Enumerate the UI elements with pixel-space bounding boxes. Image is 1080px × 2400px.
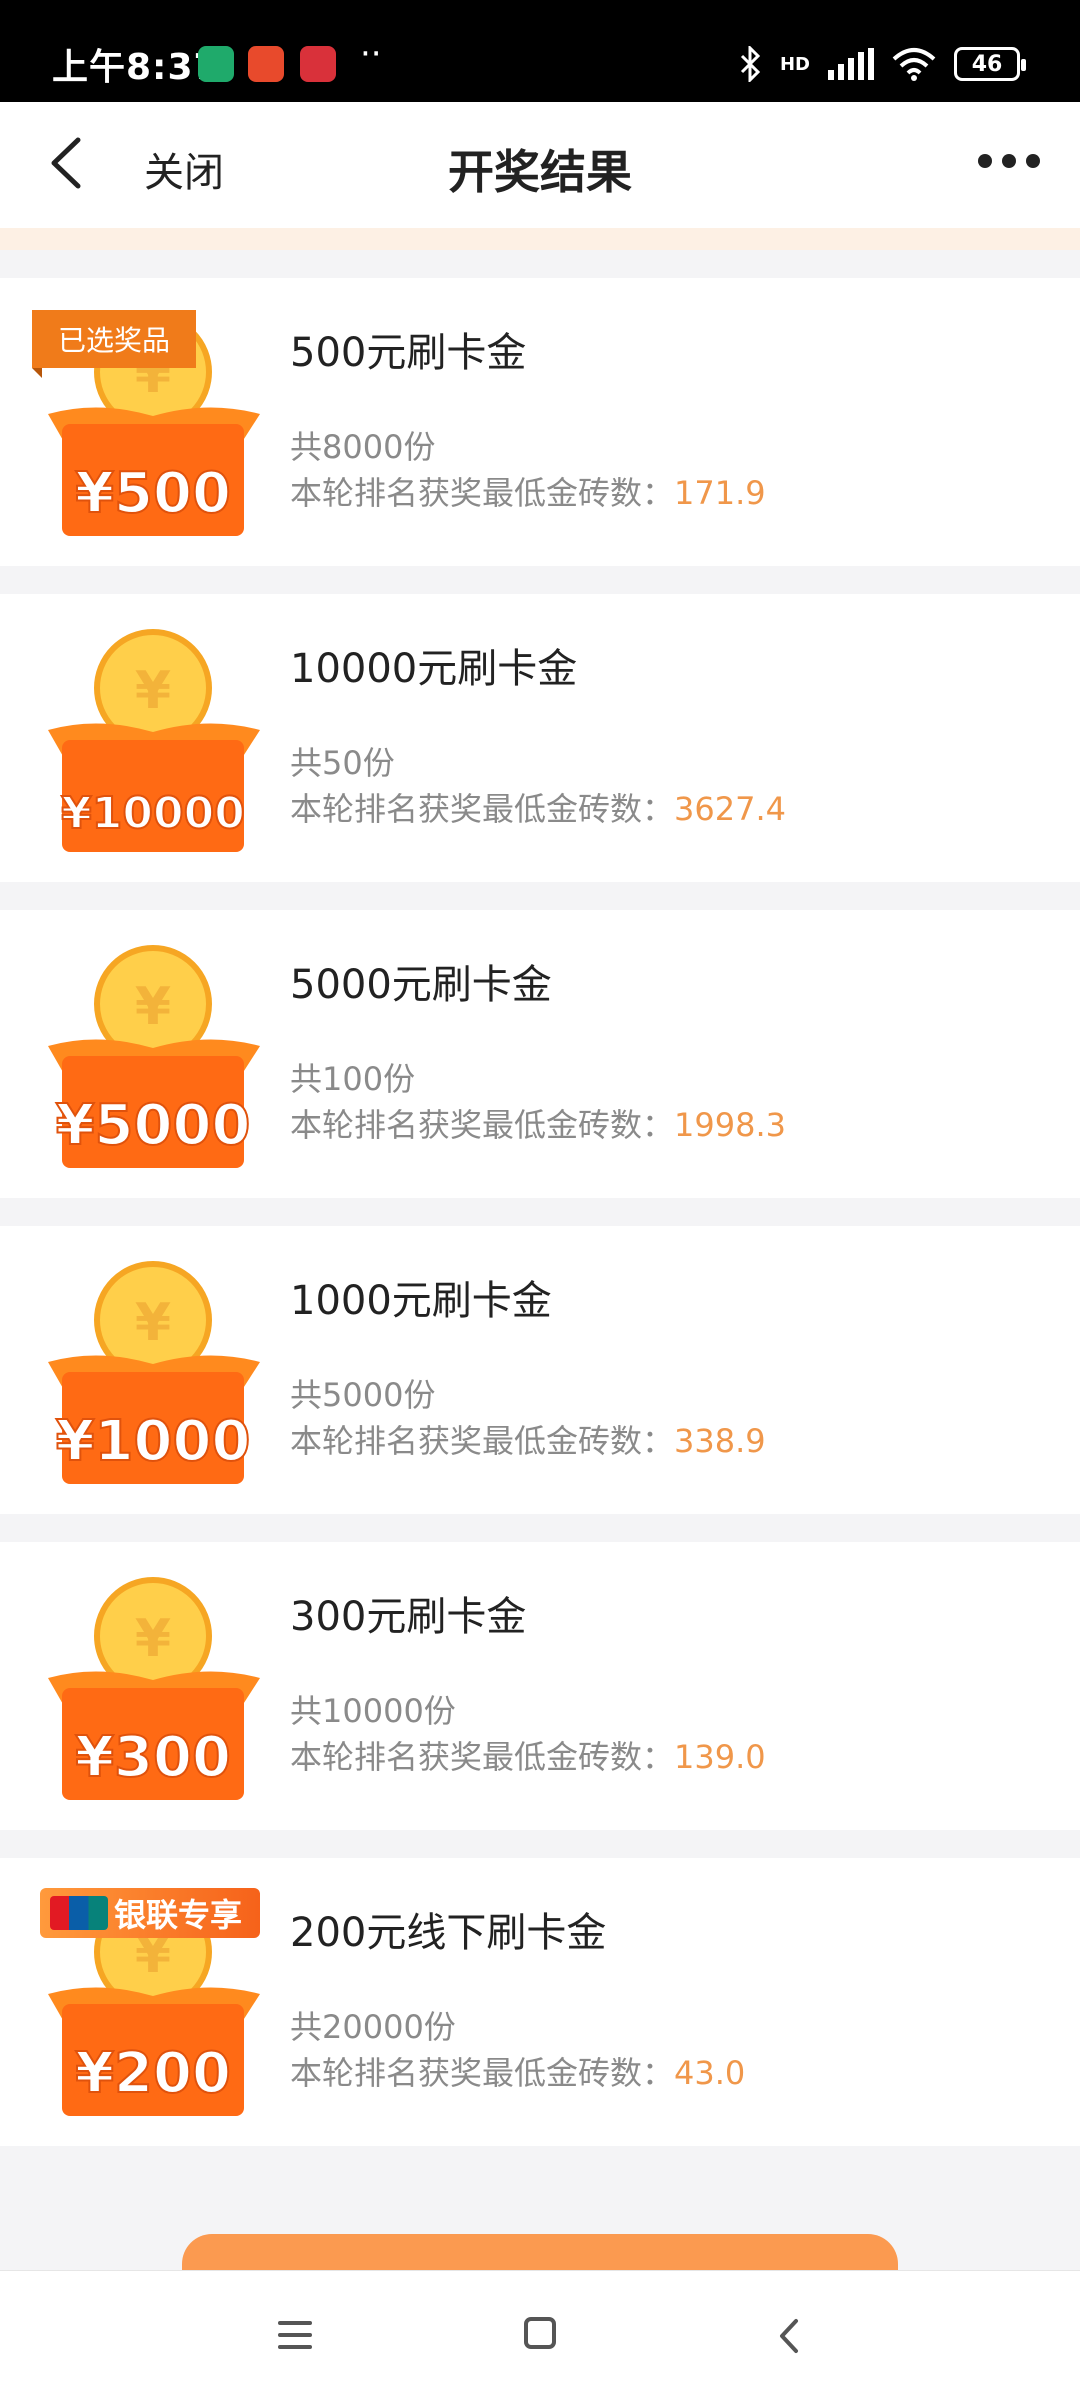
min-threshold-line: 本轮排名获奖最低金砖数：139.0: [290, 1732, 766, 1778]
min-threshold-line: 本轮排名获奖最低金砖数：1998.3: [290, 1100, 786, 1146]
unionpay-tag-label: 银联专享: [114, 1896, 243, 1934]
min-threshold-label: 本轮排名获奖最低金砖数：: [290, 1738, 675, 1776]
svg-text:¥: ¥: [135, 1293, 171, 1353]
min-threshold-value: 171.9: [674, 474, 766, 512]
app-1111-icon: [248, 46, 284, 82]
prize-count: 共5000份: [290, 1376, 436, 1414]
svg-text:¥: ¥: [135, 661, 171, 721]
prize-count: 共8000份: [290, 428, 436, 466]
prize-count: 共50份: [290, 744, 395, 782]
selected-prize-tag: 已选奖品: [32, 310, 196, 378]
prize-name: 10000元刷卡金: [290, 646, 578, 692]
svg-text:¥: ¥: [135, 977, 171, 1037]
prize-amount-label: ¥1000: [56, 1409, 251, 1474]
prize-coin-box-icon: ¥ ¥1000: [48, 1261, 260, 1484]
prize-coin-box-icon: ¥ ¥10000: [48, 629, 260, 852]
banner-strip: [0, 228, 1080, 250]
prize-name: 300元刷卡金: [290, 1594, 527, 1640]
unionpay-logo-icon: [50, 1896, 108, 1930]
prize-card[interactable]: ¥ ¥10000 10000元刷卡金 共50份 本轮排名获奖最低金砖数：3627.4: [0, 594, 1080, 882]
prize-amount-label: ¥500: [75, 461, 231, 526]
battery-icon: 46: [954, 47, 1026, 81]
prize-card[interactable]: ¥ ¥5000 5000元刷卡金 共100份 本轮排名获奖最低金砖数：1998.3: [0, 910, 1080, 1198]
status-bar: 上午8:37 ·· HD 46: [0, 0, 1080, 102]
menu-icon[interactable]: [278, 2321, 312, 2349]
system-nav-bar: [0, 2270, 1080, 2400]
prize-coin-box-icon: ¥ ¥300: [48, 1577, 260, 1800]
wifi-icon: [892, 48, 936, 81]
bluetooth-icon: [740, 46, 761, 82]
prize-amount-label: ¥10000: [61, 788, 245, 839]
prize-amount-label: ¥200: [75, 2041, 231, 2106]
min-threshold-value: 1998.3: [674, 1106, 786, 1144]
back-icon[interactable]: [770, 2311, 810, 2361]
min-threshold-line: 本轮排名获奖最低金砖数：171.9: [290, 468, 766, 514]
signal-icon: [828, 48, 874, 80]
status-dots: ··: [360, 34, 382, 74]
nav-bar: 关闭 开奖结果: [0, 102, 1080, 228]
min-threshold-value: 139.0: [674, 1738, 766, 1776]
prize-count: 共20000份: [290, 2008, 456, 2046]
prize-name: 500元刷卡金: [290, 330, 527, 376]
status-time: 上午8:37: [52, 47, 220, 88]
unionpay-exclusive-tag: 银联专享: [40, 1888, 260, 1938]
app-kandian-icon: [300, 46, 336, 82]
prize-card[interactable]: ¥ ¥200 银联专享 200元线下刷卡金 共20000份 本轮排名获奖最低金砖数：43.…: [0, 1858, 1080, 2146]
min-threshold-value: 43.0: [674, 2054, 746, 2092]
page-title: 开奖结果: [448, 145, 632, 199]
prize-amount-label: ¥5000: [56, 1093, 251, 1158]
prize-name: 1000元刷卡金: [290, 1278, 552, 1324]
min-threshold-line: 本轮排名获奖最低金砖数：43.0: [290, 2048, 745, 2094]
min-threshold-label: 本轮排名获奖最低金砖数：: [290, 790, 675, 828]
prize-list: ¥ ¥500 已选奖品 500元刷卡金 共8000份 本轮排名获奖最低金砖数：171.9 ¥…: [0, 278, 1080, 2174]
prize-count: 共100份: [290, 1060, 416, 1098]
min-threshold-label: 本轮排名获奖最低金砖数：: [290, 2054, 675, 2092]
prize-coin-box-icon: ¥ ¥5000: [48, 945, 260, 1168]
prize-amount-label: ¥300: [75, 1725, 231, 1790]
home-icon[interactable]: [524, 2317, 556, 2349]
min-threshold-label: 本轮排名获奖最低金砖数：: [290, 1422, 675, 1460]
min-threshold-line: 本轮排名获奖最低金砖数：3627.4: [290, 784, 786, 830]
more-dots-icon[interactable]: [978, 154, 1040, 168]
min-threshold-value: 338.9: [674, 1422, 766, 1460]
min-threshold-label: 本轮排名获奖最低金砖数：: [290, 1106, 675, 1144]
prize-name: 200元线下刷卡金: [290, 1910, 607, 1956]
prize-card[interactable]: ¥ ¥500 已选奖品 500元刷卡金 共8000份 本轮排名获奖最低金砖数：171.9: [0, 278, 1080, 566]
prize-card[interactable]: ¥ ¥1000 1000元刷卡金 共5000份 本轮排名获奖最低金砖数：338.9: [0, 1226, 1080, 1514]
app-shield-icon: [198, 46, 234, 82]
network-type: HD: [779, 53, 810, 75]
min-threshold-label: 本轮排名获奖最低金砖数：: [290, 474, 675, 512]
prize-count: 共10000份: [290, 1692, 456, 1730]
prize-card[interactable]: ¥ ¥300 300元刷卡金 共10000份 本轮排名获奖最低金砖数：139.0: [0, 1542, 1080, 1830]
svg-text:¥: ¥: [135, 1609, 171, 1669]
min-threshold-line: 本轮排名获奖最低金砖数：338.9: [290, 1416, 766, 1462]
min-threshold-value: 3627.4: [674, 790, 786, 828]
prize-name: 5000元刷卡金: [290, 962, 552, 1008]
